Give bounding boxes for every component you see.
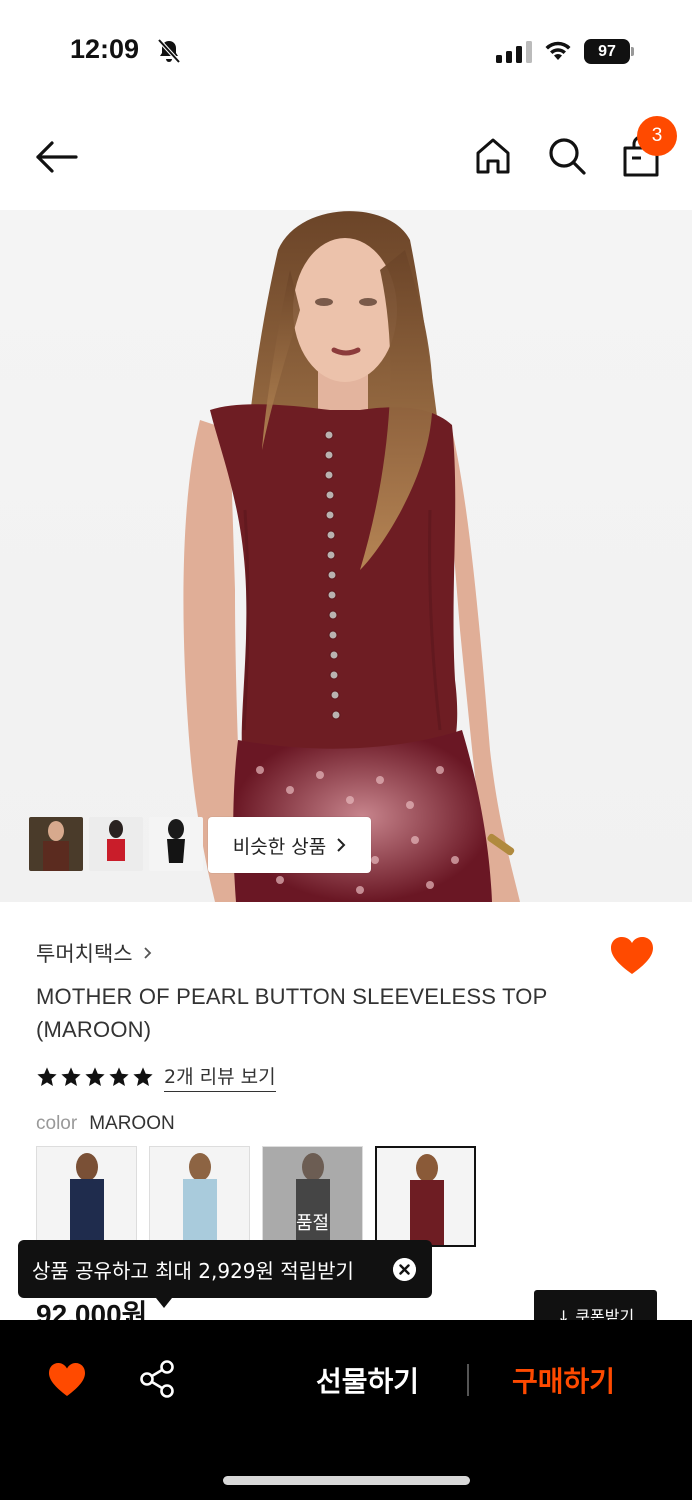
tooltip-text: 상품 공유하고 최대 2,929원 적립받기 <box>32 1258 354 1283</box>
product-price: 92,000원 <box>36 1299 148 1320</box>
star-icon <box>133 1067 153 1086</box>
sold-out-label: 품절 <box>295 1213 330 1234</box>
brand-name: 투머치택스 <box>36 942 133 966</box>
close-icon[interactable] <box>393 1258 416 1281</box>
star-icon <box>85 1067 105 1086</box>
color-swatch-maroon[interactable] <box>375 1146 476 1247</box>
rating-row: 2개 리뷰 보기 <box>36 1062 276 1092</box>
bottom-action-bar: 선물하기 구매하기 <box>0 1320 692 1500</box>
similar-thumbnail[interactable] <box>29 817 83 871</box>
cellular-signal-icon <box>496 41 532 63</box>
product-image[interactable] <box>0 210 692 902</box>
product-title: MOTHER OF PEARL BUTTON SLEEVELESS TOP (M… <box>36 984 548 1042</box>
back-arrow-icon[interactable] <box>34 137 78 177</box>
view-reviews-link[interactable]: 2개 리뷰 보기 <box>164 1062 276 1092</box>
star-icon <box>109 1067 129 1086</box>
color-swatches: 품절 <box>36 1146 476 1247</box>
star-rating <box>36 1066 154 1088</box>
similar-product-thumbnails <box>29 817 203 873</box>
divider <box>467 1364 469 1396</box>
like-heart-icon[interactable] <box>48 1362 86 1398</box>
buy-button[interactable]: 구매하기 <box>512 1360 615 1400</box>
home-icon[interactable] <box>474 136 512 176</box>
similar-thumbnail[interactable] <box>89 817 143 871</box>
search-icon[interactable] <box>547 136 587 176</box>
share-icon[interactable] <box>139 1360 175 1398</box>
battery-level: 97 <box>584 39 630 64</box>
color-label: color <box>36 1113 78 1134</box>
home-indicator[interactable] <box>223 1476 470 1485</box>
color-row: color MAROON <box>36 1113 175 1135</box>
star-icon <box>37 1067 57 1086</box>
star-icon <box>61 1067 81 1086</box>
model-photo <box>183 211 520 902</box>
share-reward-tooltip: 상품 공유하고 최대 2,929원 적립받기 <box>18 1240 432 1308</box>
status-bar: 12:09 97 <box>0 0 692 100</box>
chevron-right-icon <box>143 947 151 959</box>
battery-icon: 97 <box>584 39 634 64</box>
chevron-right-icon <box>337 838 346 852</box>
color-swatch-navy[interactable] <box>36 1146 137 1247</box>
similar-products-label: 비슷한 상품 <box>232 835 327 858</box>
status-time: 12:09 <box>70 34 140 64</box>
brand-link[interactable]: 투머치택스 <box>36 938 152 968</box>
bell-muted-icon <box>157 38 181 64</box>
wishlist-heart-icon[interactable] <box>610 936 654 976</box>
similar-products-button[interactable]: 비슷한 상품 <box>208 817 371 873</box>
coupon-download-button[interactable]: ↓ 쿠폰받기 <box>534 1290 657 1320</box>
selected-color-value: MAROON <box>89 1113 175 1134</box>
top-navigation <box>0 110 692 206</box>
cart-count-badge: 3 <box>637 116 677 156</box>
wifi-icon <box>545 41 571 60</box>
color-swatch-light-blue[interactable] <box>149 1146 250 1247</box>
color-swatch-black[interactable]: 품절 <box>262 1146 363 1247</box>
gift-button[interactable]: 선물하기 <box>316 1360 419 1400</box>
similar-thumbnail[interactable] <box>149 817 203 871</box>
